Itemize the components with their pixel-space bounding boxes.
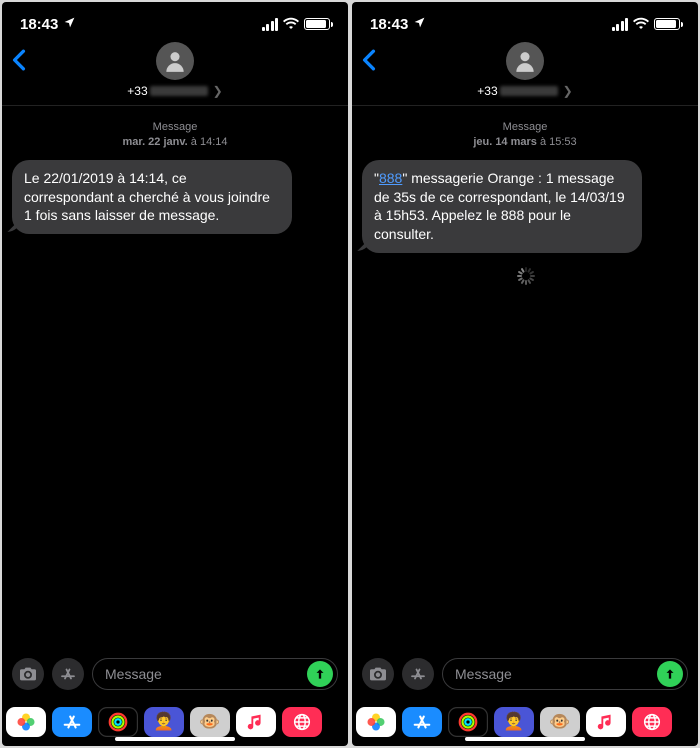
message-text: "888" messagerie Orange : 1 message de 3… (374, 170, 625, 243)
contact-name[interactable]: +33 ❯ (127, 84, 222, 98)
app-web[interactable] (632, 707, 672, 737)
app-music[interactable] (586, 707, 626, 737)
send-button[interactable] (657, 661, 683, 687)
input-bar: Message (2, 650, 348, 698)
app-web[interactable] (282, 707, 322, 737)
message-bubble[interactable]: "888" messagerie Orange : 1 message de 3… (362, 160, 642, 254)
app-music[interactable] (236, 707, 276, 737)
status-bar: 18:43 (352, 2, 698, 38)
app-activity[interactable] (448, 707, 488, 737)
cellular-icon (612, 18, 629, 31)
app-photos[interactable] (6, 707, 46, 737)
chevron-right-icon: ❯ (213, 84, 223, 98)
avatar[interactable] (506, 42, 544, 80)
app-animoji[interactable]: 🐵 (190, 707, 230, 737)
phone-prefix: +33 (127, 84, 147, 98)
camera-button[interactable] (362, 658, 394, 690)
redacted-number (500, 86, 558, 96)
phone-screen-left: 18:43 +33 ❯ Message mar. 22 jan (2, 2, 348, 746)
app-memoji-1[interactable]: 🧑‍🦱 (144, 707, 184, 737)
app-activity[interactable] (98, 707, 138, 737)
message-text: Le 22/01/2019 à 14:14, ce correspondant … (24, 170, 270, 224)
camera-button[interactable] (12, 658, 44, 690)
conversation-area: Message mar. 22 janv. à 14:14 Le 22/01/2… (2, 106, 348, 650)
timestamp-header: Message mar. 22 janv. à 14:14 (12, 120, 338, 150)
app-animoji[interactable]: 🐵 (540, 707, 580, 737)
loading-spinner (516, 267, 534, 285)
battery-icon (654, 18, 680, 30)
wifi-icon (283, 16, 299, 33)
conversation-area: Message jeu. 14 mars à 15:53 "888" messa… (352, 106, 698, 650)
home-indicator[interactable] (115, 737, 235, 742)
input-placeholder: Message (105, 666, 162, 682)
app-appstore[interactable] (402, 707, 442, 737)
conversation-header: +33 ❯ (352, 38, 698, 106)
back-button[interactable] (362, 46, 376, 78)
conversation-header: +33 ❯ (2, 38, 348, 106)
app-appstore[interactable] (52, 707, 92, 737)
battery-icon (304, 18, 330, 30)
message-input[interactable]: Message (442, 658, 688, 690)
avatar[interactable] (156, 42, 194, 80)
home-indicator[interactable] (465, 737, 585, 742)
appstore-button[interactable] (52, 658, 84, 690)
send-button[interactable] (307, 661, 333, 687)
link-888[interactable]: 888 (379, 170, 402, 186)
status-time: 18:43 (370, 16, 408, 33)
appstore-button[interactable] (402, 658, 434, 690)
app-photos[interactable] (356, 707, 396, 737)
contact-name[interactable]: +33 ❯ (477, 84, 572, 98)
input-placeholder: Message (455, 666, 512, 682)
redacted-number (150, 86, 208, 96)
app-memoji-1[interactable]: 🧑‍🦱 (494, 707, 534, 737)
phone-screen-right: 18:43 +33 ❯ Message jeu. 14 mar (352, 2, 698, 746)
chevron-right-icon: ❯ (563, 84, 573, 98)
cellular-icon (262, 18, 279, 31)
location-icon (63, 16, 76, 32)
phone-prefix: +33 (477, 84, 497, 98)
status-bar: 18:43 (2, 2, 348, 38)
timestamp-header: Message jeu. 14 mars à 15:53 (362, 120, 688, 150)
message-input[interactable]: Message (92, 658, 338, 690)
wifi-icon (633, 16, 649, 33)
status-time: 18:43 (20, 16, 58, 33)
message-bubble[interactable]: Le 22/01/2019 à 14:14, ce correspondant … (12, 160, 292, 235)
location-icon (413, 16, 426, 32)
back-button[interactable] (12, 46, 26, 78)
input-bar: Message (352, 650, 698, 698)
